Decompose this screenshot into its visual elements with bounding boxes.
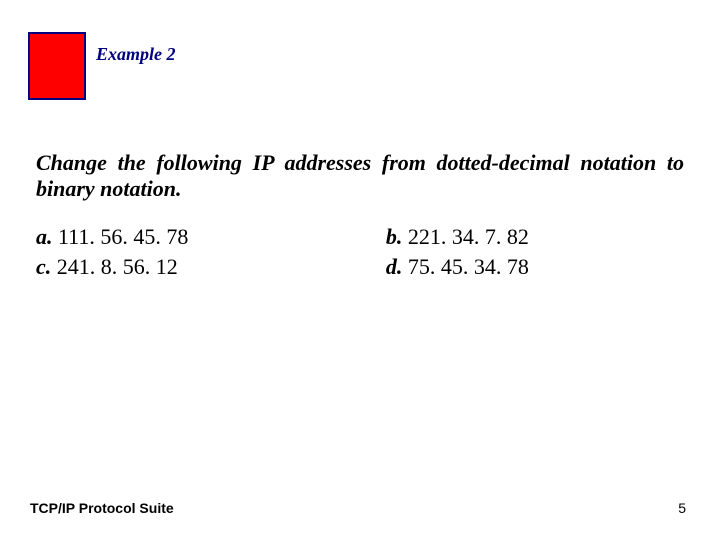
item-c: c. 241. 8. 56. 12	[36, 252, 386, 282]
items-grid: a. 111. 56. 45. 78 b. 221. 34. 7. 82 c. …	[36, 222, 684, 281]
footer-title: TCP/IP Protocol Suite	[30, 500, 174, 516]
item-label: d.	[386, 254, 403, 279]
item-label: c.	[36, 254, 51, 279]
item-value: 241. 8. 56. 12	[57, 254, 178, 279]
item-label: a.	[36, 224, 53, 249]
items-row: c. 241. 8. 56. 12 d. 75. 45. 34. 78	[36, 252, 684, 282]
item-d: d. 75. 45. 34. 78	[386, 252, 684, 282]
item-value: 75. 45. 34. 78	[408, 254, 529, 279]
item-value: 111. 56. 45. 78	[58, 224, 188, 249]
item-a: a. 111. 56. 45. 78	[36, 222, 386, 252]
example-title: Example 2	[96, 44, 176, 65]
item-b: b. 221. 34. 7. 82	[386, 222, 684, 252]
items-row: a. 111. 56. 45. 78 b. 221. 34. 7. 82	[36, 222, 684, 252]
item-value: 221. 34. 7. 82	[408, 224, 529, 249]
question-prompt: Change the following IP addresses from d…	[36, 150, 684, 202]
accent-box	[28, 32, 86, 100]
page-number: 5	[678, 500, 686, 516]
item-label: b.	[386, 224, 403, 249]
